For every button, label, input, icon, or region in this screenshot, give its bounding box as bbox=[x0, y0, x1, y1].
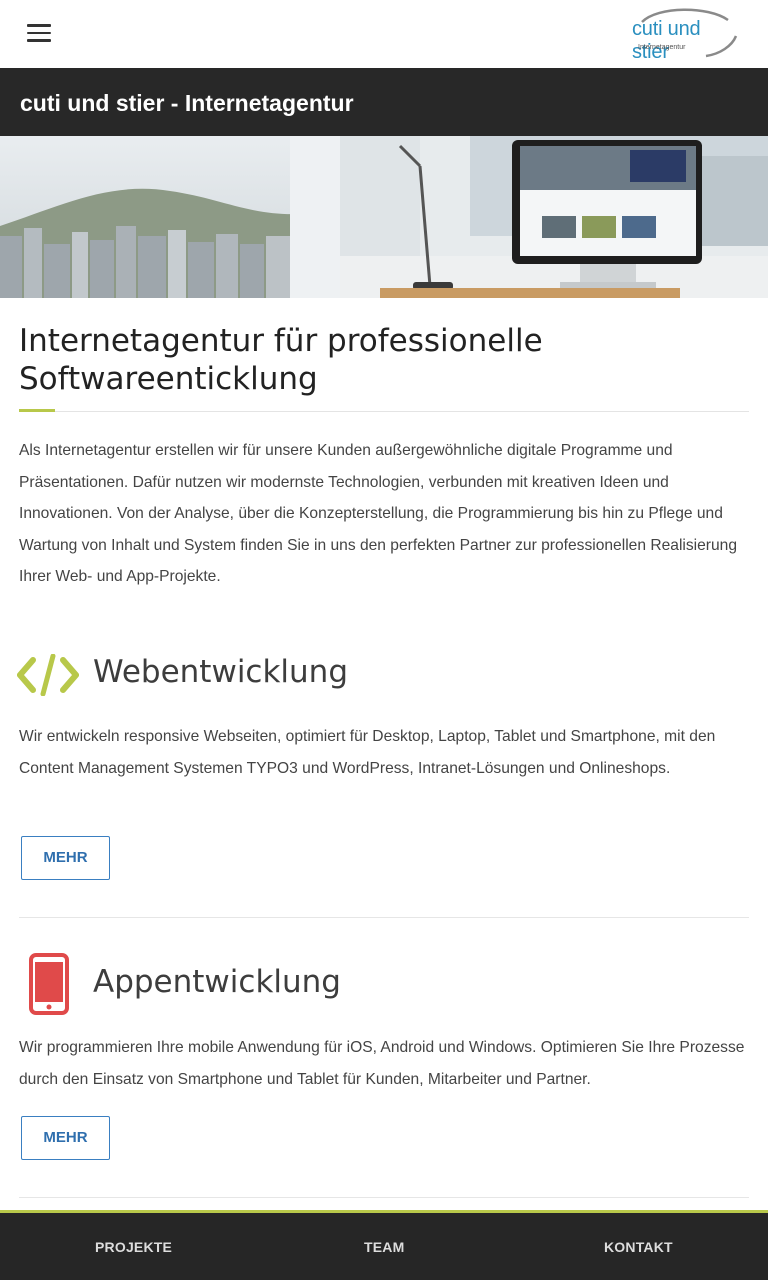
top-bar: cuti und stier Internetagentur bbox=[0, 0, 768, 68]
nav-team[interactable]: TEAM bbox=[364, 1239, 404, 1255]
service-text-webentwicklung: Wir entwickeln responsive Webseiten, opt… bbox=[19, 728, 716, 777]
section-divider bbox=[19, 917, 749, 918]
headline-rule bbox=[55, 411, 749, 412]
page-headline: Internetagentur für professionelle Softw… bbox=[19, 323, 543, 397]
menu-icon[interactable] bbox=[27, 24, 51, 44]
nav-kontakt[interactable]: KONTAKT bbox=[604, 1239, 673, 1255]
logo-sub-text: Internetagentur bbox=[638, 44, 686, 51]
logo[interactable]: cuti und stier Internetagentur bbox=[628, 8, 740, 63]
site-title: cuti und stier - Internetagentur bbox=[20, 90, 354, 116]
nav-projekte[interactable]: PROJEKTE bbox=[95, 1239, 172, 1255]
service-title-appentwicklung: Appentwicklung bbox=[93, 964, 341, 1000]
headline-accent-rule bbox=[19, 409, 55, 412]
mehr-button-webentwicklung[interactable]: MEHR bbox=[21, 836, 110, 880]
service-title-webentwicklung: Webentwicklung bbox=[93, 654, 349, 690]
service-text-appentwicklung: Wir programmieren Ihre mobile Anwendung … bbox=[19, 1039, 745, 1088]
bottom-nav: PROJEKTE TEAM KONTAKT bbox=[0, 1210, 768, 1280]
intro-text: Als Internetagentur erstellen wir für un… bbox=[19, 442, 738, 585]
mehr-button-appentwicklung[interactable]: MEHR bbox=[21, 1116, 110, 1160]
title-bar: cuti und stier - Internetagentur bbox=[0, 68, 768, 136]
section-divider bbox=[19, 1197, 749, 1198]
hero-image bbox=[0, 136, 768, 298]
smartphone-icon bbox=[29, 953, 69, 1015]
logo-main-text: cuti und stier bbox=[632, 18, 701, 63]
code-icon bbox=[17, 654, 79, 696]
